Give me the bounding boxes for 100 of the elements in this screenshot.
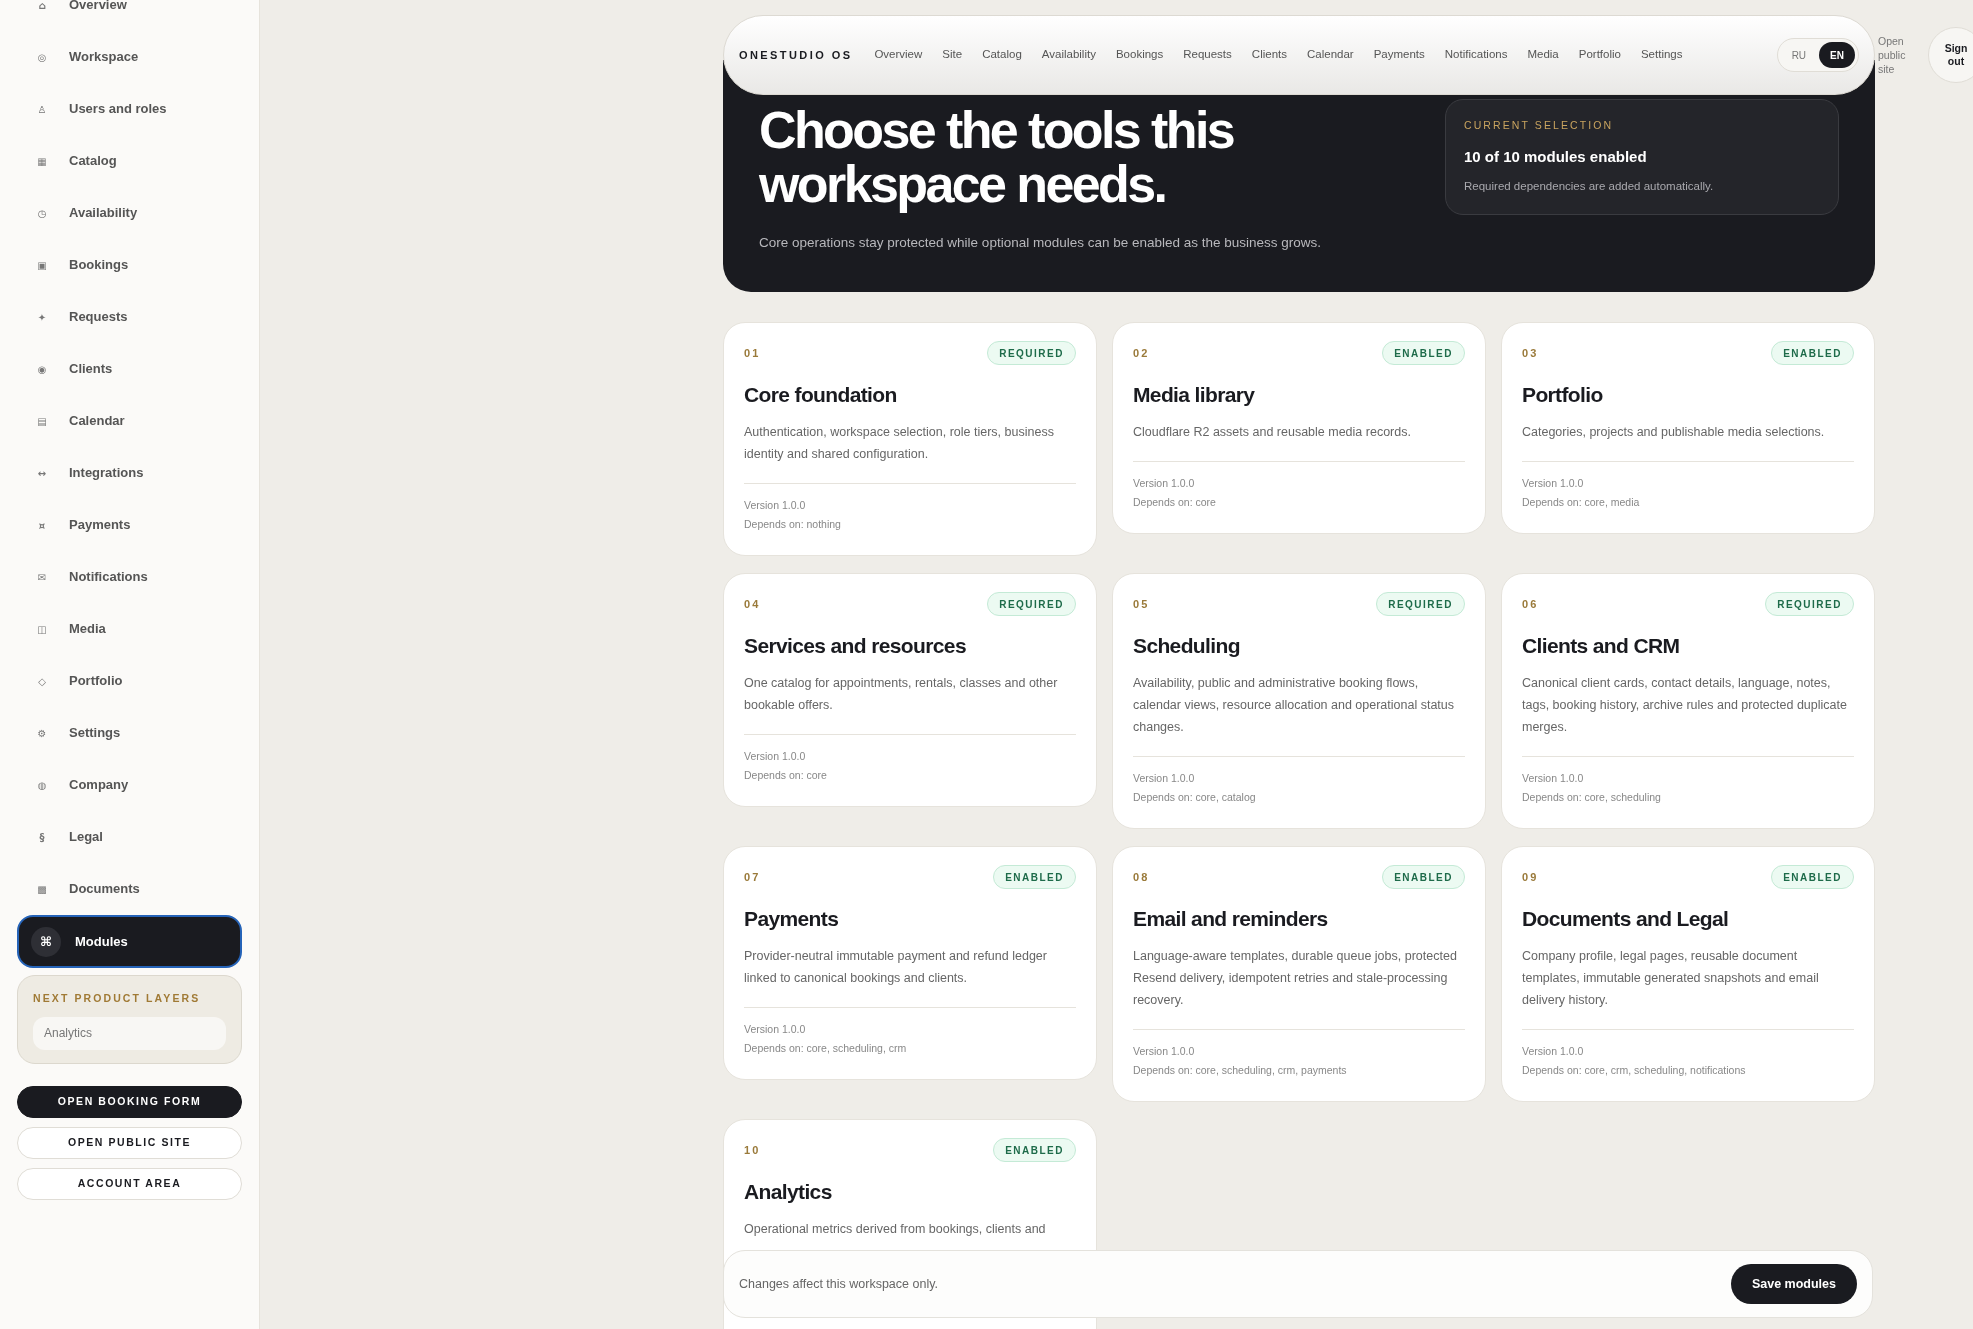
nav-link[interactable]: Clients xyxy=(1251,46,1287,64)
module-dependencies: Depends on: core, catalog xyxy=(1133,790,1257,806)
module-version: Version 1.0.0 xyxy=(1133,770,1196,786)
module-title: Media library xyxy=(1133,382,1256,408)
module-number: 10 xyxy=(744,1143,761,1158)
sidebar-item[interactable]: ◷ Availability xyxy=(17,200,242,226)
sidebar-item[interactable]: ♙ Users and roles xyxy=(17,96,242,122)
nav-link[interactable]: Notifications xyxy=(1444,46,1508,64)
sidebar-item[interactable]: ▤ Calendar xyxy=(17,408,242,434)
sidebar-item[interactable]: ⌂ Overview xyxy=(17,0,242,18)
module-dependencies: Depends on: nothing xyxy=(744,517,842,533)
sidebar-item[interactable]: ▦ Catalog xyxy=(17,148,242,174)
module-description: Operational metrics derived from bookings, clients and xyxy=(744,1220,1047,1238)
sidebar-item[interactable]: ⌘ Modules xyxy=(17,915,242,968)
nav-icon: ⌂ xyxy=(37,0,47,13)
module-number: 02 xyxy=(1133,346,1150,361)
module-version: Version 1.0.0 xyxy=(1133,475,1196,491)
open-public-site-link[interactable]: Open public site xyxy=(1878,34,1914,76)
sidebar-button[interactable]: OPEN PUBLIC SITE xyxy=(17,1126,242,1159)
sidebar-item[interactable]: ¤ Payments xyxy=(17,512,242,538)
module-title: Scheduling xyxy=(1133,633,1241,659)
sidebar-item[interactable]: ✉ Notifications xyxy=(17,564,242,590)
nav-icon: ▣ xyxy=(37,257,47,273)
module-version: Version 1.0.0 xyxy=(1522,475,1585,491)
module-description: Provider-neutral immutable payment and refund ledger linked to canonical bookings and clients. xyxy=(744,947,1048,987)
status-badge: REQUIRED xyxy=(987,592,1076,616)
module-description: Language-aware templates, durable queue jobs, protected Resend delivery, idempotent retries and stale-processing recovery. xyxy=(1133,947,1458,1009)
sidebar-item[interactable]: ◎ Workspace xyxy=(17,44,242,70)
nav-link[interactable]: Catalog xyxy=(982,46,1022,64)
nav-icon: ¤ xyxy=(37,517,47,533)
module-description: Company profile, legal pages, reusable document templates, immutable generated snapshots and email delivery history. xyxy=(1522,947,1820,1009)
sidebar-item[interactable]: ↔ Integrations xyxy=(17,460,242,486)
status-badge: REQUIRED xyxy=(1376,592,1465,616)
status-badge: ENABLED xyxy=(1771,341,1854,365)
nav-link[interactable]: Portfolio xyxy=(1578,46,1621,64)
module-title: Portfolio xyxy=(1522,382,1604,408)
module-dependencies: Depends on: core, media xyxy=(1522,495,1641,511)
sidebar-item[interactable]: ◍ Company xyxy=(17,772,242,798)
sidebar-item[interactable]: ◇ Portfolio xyxy=(17,668,242,694)
module-description: Availability, public and administrative booking flows, calendar views, resource allocation and operational status changes. xyxy=(1133,674,1456,736)
module-number: 07 xyxy=(744,870,761,885)
module-version: Version 1.0.0 xyxy=(744,1021,807,1037)
sign-out-button[interactable]: Sign out xyxy=(1928,27,1973,83)
nav-icon: ◇ xyxy=(37,673,47,689)
nav-icon: ◫ xyxy=(37,621,47,637)
module-dependencies: Depends on: core xyxy=(1133,495,1217,511)
module-description: Categories, projects and publishable media selections. xyxy=(1522,423,1826,441)
nav-link[interactable]: Site xyxy=(942,46,963,64)
module-version: Version 1.0.0 xyxy=(1133,1043,1196,1059)
nav-icon: ◉ xyxy=(37,361,47,377)
nav-icon: ⚙ xyxy=(37,725,47,741)
selection-label: CURRENT SELECTION xyxy=(1464,118,1615,133)
status-badge: ENABLED xyxy=(1771,865,1854,889)
sidebar-item[interactable]: ◉ Clients xyxy=(17,356,242,382)
section-title: NEXT PRODUCT LAYERS xyxy=(33,991,202,1006)
language-option[interactable]: RU xyxy=(1780,42,1818,68)
sidebar-item[interactable]: ▩ Documents xyxy=(17,876,242,902)
nav-icon: ◷ xyxy=(37,205,47,221)
status-badge: ENABLED xyxy=(1382,865,1465,889)
nav-icon: ◍ xyxy=(37,777,47,793)
status-badge: ENABLED xyxy=(1382,341,1465,365)
language-option[interactable]: EN xyxy=(1819,42,1855,68)
sidebar-item[interactable]: ◫ Media xyxy=(17,616,242,642)
module-number: 08 xyxy=(1133,870,1150,885)
module-number: 03 xyxy=(1522,346,1539,361)
nav-link[interactable]: Media xyxy=(1527,46,1559,64)
module-title: Email and reminders xyxy=(1133,906,1329,932)
module-title: Core foundation xyxy=(744,382,898,408)
layer-item: Analytics xyxy=(33,1016,226,1050)
module-number: 05 xyxy=(1133,597,1150,612)
sidebar-item[interactable]: § Legal xyxy=(17,824,242,850)
hero-subtitle: Core operations stay protected while optional modules can be enabled as the business grows. xyxy=(759,234,1322,252)
module-dependencies: Depends on: core, scheduling, crm xyxy=(744,1041,908,1057)
module-dependencies: Depends on: core, scheduling, crm, payments xyxy=(1133,1063,1348,1079)
module-title: Documents and Legal xyxy=(1522,906,1730,932)
nav-link[interactable]: Bookings xyxy=(1115,46,1164,64)
nav-link[interactable]: Calendar xyxy=(1307,46,1354,64)
module-version: Version 1.0.0 xyxy=(1522,1043,1585,1059)
nav-link[interactable]: Settings xyxy=(1640,46,1683,64)
nav-icon: ▤ xyxy=(37,413,47,429)
nav-link[interactable]: Overview xyxy=(874,46,923,64)
module-description: Cloudflare R2 assets and reusable media records. xyxy=(1133,423,1412,441)
sidebar-item[interactable]: ⚙ Settings xyxy=(17,720,242,746)
sidebar-button[interactable]: OPEN BOOKING FORM xyxy=(17,1085,242,1118)
nav-icon: ◎ xyxy=(37,49,47,65)
sidebar-item[interactable]: ✦ Requests xyxy=(17,304,242,330)
nav-link[interactable]: Availability xyxy=(1041,46,1096,64)
status-badge: ENABLED xyxy=(993,865,1076,889)
nav-link[interactable]: Payments xyxy=(1373,46,1425,64)
sidebar-button[interactable]: ACCOUNT AREA xyxy=(17,1167,242,1200)
save-button[interactable]: Save modules xyxy=(1730,1264,1857,1304)
brand-name: ONESTUDIO OS xyxy=(739,47,853,63)
module-title: Clients and CRM xyxy=(1522,633,1681,659)
hero-title: Choose the tools this workspace needs. xyxy=(759,103,1235,211)
nav-icon: ▩ xyxy=(37,881,47,897)
nav-icon: ✉ xyxy=(37,569,47,585)
module-number: 06 xyxy=(1522,597,1539,612)
nav-icon: ▦ xyxy=(37,153,47,169)
sidebar-item[interactable]: ▣ Bookings xyxy=(17,252,242,278)
nav-link[interactable]: Requests xyxy=(1183,46,1232,64)
